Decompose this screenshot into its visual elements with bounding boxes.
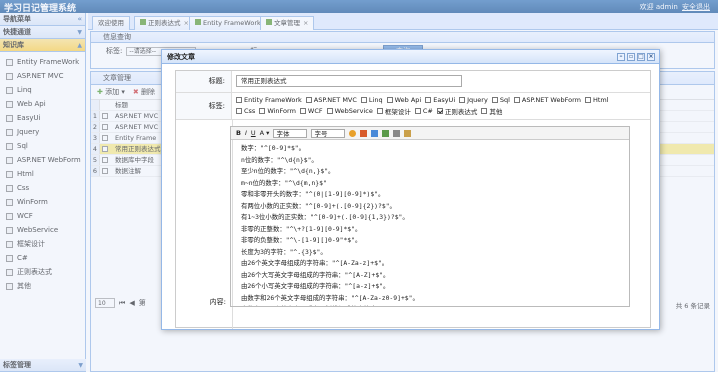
- minimize-icon[interactable]: –: [617, 53, 625, 61]
- italic-button[interactable]: I: [245, 129, 247, 137]
- tag-label: 其他: [489, 108, 503, 116]
- checkbox[interactable]: [259, 108, 266, 114]
- code-icon[interactable]: [393, 129, 401, 137]
- tag-checkbox[interactable]: 框架设计: [376, 106, 411, 116]
- emoticon-icon[interactable]: [349, 129, 357, 137]
- editor-line: 有1~3位小数的正实数："^[0-9]+(.[0-9]{1,3})?$"。: [241, 213, 409, 221]
- tag-checkbox[interactable]: ASP.NET MVC: [305, 96, 357, 104]
- tag-label: WCF: [307, 107, 323, 115]
- tag-label: Linq: [368, 96, 383, 104]
- checkbox[interactable]: [436, 108, 443, 114]
- tag-label: ASP.NET MVC: [313, 96, 357, 104]
- tag-checkbox[interactable]: Html: [584, 96, 609, 104]
- tag-label: Css: [244, 107, 256, 115]
- checkbox[interactable]: [360, 97, 367, 103]
- editor-line: 至少n位的数字："^\d{n,}$"。: [241, 167, 335, 175]
- checkbox[interactable]: [513, 97, 520, 103]
- checkbox[interactable]: [236, 97, 242, 103]
- tag-label: Entity FrameWork: [244, 96, 302, 104]
- tag-checkbox[interactable]: WinForm: [259, 106, 296, 116]
- tag-checkbox[interactable]: C#: [414, 106, 433, 116]
- tag-checkbox[interactable]: Web Api: [386, 96, 422, 104]
- tag-checkbox[interactable]: Entity FrameWork: [236, 96, 302, 104]
- editor-line: 由26个小写英文字母组成的字符串："^[a-z]+$"。: [241, 282, 390, 290]
- editor-line: 非零的负整数："^\-[1-9][]0-9"*$"。: [241, 236, 362, 244]
- dialog-title: 修改文章: [167, 53, 195, 61]
- checkbox[interactable]: [305, 97, 312, 103]
- tag-checkbox[interactable]: ASP.NET WebForm: [513, 96, 581, 104]
- underline-button[interactable]: U: [251, 129, 256, 137]
- font-family-select[interactable]: 字体: [273, 128, 308, 138]
- tag-checkbox-group: Entity FrameWork ASP.NET MVC Linq Web Api Ea…: [236, 96, 622, 116]
- tag-checkbox[interactable]: Jquery: [459, 96, 488, 104]
- rich-text-editor[interactable]: B I U A ▾ 字体 字号 数字："^[0-9]*$"。 n位的数字："^\d…: [230, 126, 630, 307]
- title-input[interactable]: 常用正则表达式: [236, 75, 462, 87]
- tag-label: Sql: [499, 96, 510, 104]
- checkbox[interactable]: [414, 108, 421, 114]
- restore-icon[interactable]: ▫: [627, 53, 635, 61]
- editor-toolbar: B I U A ▾ 字体 字号: [231, 127, 629, 140]
- editor-line: 非零的正整数："^\+?[1-9][0-9]*$"。: [241, 224, 362, 233]
- tag-label: Html: [592, 96, 609, 104]
- editor-line: 长度为3的字符："^.{3}$"。: [241, 247, 327, 256]
- tag-checkbox[interactable]: Sql: [491, 96, 510, 104]
- checkbox[interactable]: [376, 108, 383, 114]
- tag-label: Web Api: [394, 96, 422, 104]
- link-icon[interactable]: [371, 129, 379, 137]
- tag-checkbox[interactable]: WCF: [299, 106, 323, 116]
- tag-label: 正则表达式: [444, 108, 478, 116]
- tag-label: ASP.NET WebForm: [521, 96, 581, 104]
- editor-line: 零和非零开头的数字："^(0|[1-9][0-9]*)$"。: [241, 190, 385, 198]
- editor-line: 由26个英文字母组成的字符串："^[A-Za-z]+$"。: [241, 259, 389, 267]
- close-icon[interactable]: ×: [647, 53, 655, 61]
- font-color-button[interactable]: A ▾: [260, 129, 270, 137]
- tag-checkbox[interactable]: WebService: [326, 106, 373, 116]
- checkbox[interactable]: [481, 108, 488, 114]
- checkbox[interactable]: [425, 97, 432, 103]
- checkbox[interactable]: [236, 108, 242, 114]
- table-icon[interactable]: [382, 129, 390, 137]
- tag-checkbox[interactable]: EasyUi: [425, 96, 455, 104]
- tag-checkbox[interactable]: Linq: [360, 96, 383, 104]
- font-size-select[interactable]: 字号: [311, 128, 346, 138]
- tag-checkbox[interactable]: Css: [236, 106, 255, 116]
- checkbox[interactable]: [386, 97, 393, 103]
- preview-icon[interactable]: [404, 129, 412, 137]
- edit-article-dialog: 修改文章 – ▫ □ × 标题: 常用正则表达式 标签: Entity Fram…: [161, 49, 660, 330]
- checkbox[interactable]: [491, 97, 498, 103]
- tag-label: WinForm: [267, 107, 296, 115]
- checkbox[interactable]: [584, 97, 591, 103]
- maximize-icon[interactable]: □: [637, 53, 645, 61]
- tag-label: WebService: [334, 107, 373, 115]
- dialog-header: 修改文章 – ▫ □ ×: [162, 50, 659, 64]
- checkbox[interactable]: [299, 108, 306, 114]
- title-label: 标题:: [176, 71, 232, 92]
- tag-checkbox[interactable]: 其他: [481, 106, 502, 116]
- bold-button[interactable]: B: [236, 129, 241, 137]
- editor-line: m~n位的数字："^\d{m,n}$": [241, 178, 327, 187]
- tag-label: 框架设计: [384, 108, 411, 116]
- tag-label: Jquery: [467, 96, 488, 104]
- editor-line: 由26个大写英文字母组成的字符串："^[A-Z]+$"。: [241, 270, 390, 279]
- tag-label: C#: [422, 107, 433, 115]
- checkbox[interactable]: [459, 97, 466, 103]
- tag-checkbox[interactable]: 正则表达式: [436, 106, 478, 116]
- editor-line: 由数字、26个英文字母或者下划线组成的字符串："^\w+$"。: [241, 304, 619, 306]
- tags-label: 标签:: [176, 93, 232, 119]
- editor-line: 数字："^[0-9]*$"。: [241, 144, 306, 152]
- editor-line: 由数字和26个英文字母组成的字符串："^[A-Za-z0-9]+$"。: [241, 293, 419, 302]
- editor-content[interactable]: 数字："^[0-9]*$"。 n位的数字："^\d{n}$"。至少n位的数字："^…: [231, 140, 629, 306]
- image-icon[interactable]: [360, 129, 368, 137]
- editor-line: n位的数字："^\d{n}$"。: [241, 155, 318, 164]
- checkbox[interactable]: [326, 108, 333, 114]
- tag-label: EasyUi: [433, 96, 456, 104]
- editor-line: 有两位小数的正实数："^[0-9]+(.[0-9]{2})?$"。: [241, 201, 396, 210]
- content-label: 内容:: [209, 298, 226, 306]
